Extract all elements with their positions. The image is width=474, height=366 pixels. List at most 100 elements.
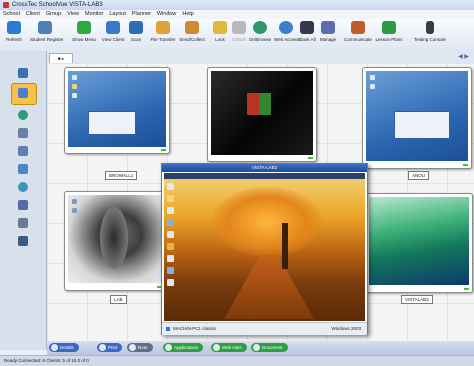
desktop-icon [72, 93, 77, 98]
details-button[interactable]: Details [49, 343, 79, 352]
menu-planner[interactable]: Planner [129, 10, 154, 19]
send-collect-icon [185, 21, 199, 34]
client-screen [68, 71, 166, 147]
globe-icon [18, 110, 28, 120]
note-button[interactable]: Note [127, 343, 153, 352]
desktop-icon [167, 195, 174, 202]
sidebar-item-chat[interactable] [15, 161, 31, 177]
client-thumbnail[interactable] [362, 67, 472, 169]
sidebar-item-clipboard[interactable] [15, 143, 31, 159]
desktop-icon [370, 75, 375, 80]
communicate-button[interactable]: Communicate [344, 21, 372, 49]
refresh-button[interactable]: Refresh [2, 21, 26, 49]
desktop-icon [167, 255, 174, 262]
desktop-icon [167, 183, 174, 190]
view-client-statusbar: MACHIN-PC1 classlo Windows 2003 [162, 322, 367, 335]
group-icon [18, 68, 28, 78]
menu-bar: School Client Group View Monitor Layout Planne… [0, 10, 474, 19]
client-thumbnail[interactable] [207, 67, 317, 162]
manage-icon [321, 21, 335, 34]
tree-trunk [282, 223, 288, 269]
lesson-plans-button-label: Lesson Plans [375, 37, 403, 42]
scroll-arrows-icon[interactable]: ◀ ▶ [458, 53, 469, 60]
unlock-button[interactable]: Unlock [230, 21, 248, 49]
print-button[interactable]: Print [97, 343, 123, 352]
sidebar-item-printers[interactable] [15, 215, 31, 231]
bottom-action-bar: Details Print Note Applications Web site… [47, 341, 474, 355]
lock-button[interactable]: Lock [212, 21, 228, 49]
print-icon [99, 344, 106, 351]
computer-icon [166, 327, 170, 331]
lesson-plans-button[interactable]: Lesson Plans [374, 21, 404, 49]
view-client-button[interactable]: View Client [100, 21, 126, 49]
unlock-button-label: Unlock [232, 37, 246, 42]
desktop-icon [167, 231, 174, 238]
testing-console-button[interactable]: Testing Console [414, 21, 446, 49]
details-icon [51, 344, 58, 351]
menu-window[interactable]: Window [154, 10, 180, 19]
document-button[interactable]: Document [251, 343, 288, 352]
play-icon [77, 21, 91, 34]
note-button-label: Note [138, 345, 148, 350]
menu-monitor[interactable]: Monitor [82, 10, 106, 19]
remote-desktop-screen[interactable] [164, 173, 365, 321]
desktop-icon [370, 84, 375, 89]
status-led [464, 288, 469, 290]
sidebar-item-documents[interactable] [15, 125, 31, 141]
manage-button[interactable]: Manage [318, 21, 338, 49]
users-icon [18, 200, 28, 210]
chat-icon [18, 164, 28, 174]
desktop-icon [167, 279, 174, 286]
view-client-window[interactable]: VISTA-LAB3 MACHIN-PC1 classlo Windows 20… [161, 163, 368, 335]
web-sites-button[interactable]: Web sites [211, 343, 247, 352]
autumn-trees [212, 187, 322, 257]
dialog-window [88, 111, 136, 135]
sidebar-item-users[interactable] [15, 197, 31, 213]
desktop-icon [167, 243, 174, 250]
main-toolbar: Refresh Student Register Show Menu View … [0, 19, 474, 52]
manage-button-label: Manage [319, 37, 337, 42]
menu-view[interactable]: View [64, 10, 82, 19]
view-client-machine-name: MACHIN-PC1 classlo [173, 326, 217, 331]
printer-icon [18, 218, 28, 228]
web-access-button[interactable]: Web Access [274, 21, 299, 49]
lock-icon [213, 21, 227, 34]
refresh-button-label: Refresh [6, 37, 22, 42]
web-icon [279, 21, 293, 34]
client-thumbnail[interactable] [64, 67, 170, 154]
client-screen [366, 71, 468, 161]
menu-school[interactable]: School [0, 10, 23, 19]
client-thumbnail[interactable] [64, 191, 166, 291]
document-icon [253, 344, 260, 351]
menu-help[interactable]: Help [179, 10, 196, 19]
leaf-path [224, 255, 314, 319]
browse-button[interactable]: On/Browse [248, 21, 272, 49]
client-screen [211, 71, 313, 155]
sidebar-item-groups[interactable] [15, 65, 31, 81]
client-label: LAB [110, 295, 127, 304]
menu-layout[interactable]: Layout [106, 10, 129, 19]
sidebar-item-monitor[interactable] [11, 83, 37, 105]
file-transfer-icon [156, 21, 170, 34]
blank-all-button[interactable]: Blank All [298, 21, 316, 49]
client-thumbnail[interactable] [365, 193, 473, 293]
file-transfer-button-label: File Transfer [150, 37, 176, 42]
send-collect-button[interactable]: Send/Collect [178, 21, 206, 49]
applications-button-label: Applications [174, 345, 199, 350]
scan-button[interactable]: Scan [128, 21, 144, 49]
communicate-button-label: Communicate [344, 37, 372, 42]
menu-client[interactable]: Client [23, 10, 43, 19]
show-menu-button[interactable]: Show Menu [72, 21, 96, 49]
print-button-label: Print [108, 345, 118, 350]
tab-room[interactable]: ■ ▸ [49, 53, 73, 63]
applications-button[interactable]: Applications [163, 343, 204, 352]
menu-group[interactable]: Group [43, 10, 64, 19]
sidebar-item-audio[interactable] [15, 179, 31, 195]
file-transfer-button[interactable]: File Transfer [150, 21, 176, 49]
windows-logo-icon [247, 93, 271, 115]
student-register-button[interactable]: Student Register [30, 21, 64, 49]
app-icon [3, 2, 9, 8]
status-bar: Ready Connected: 6 Clients: 5 of 10 0 of… [0, 355, 474, 366]
sidebar-item-internet[interactable] [15, 107, 31, 123]
sidebar-item-book[interactable] [15, 233, 31, 249]
